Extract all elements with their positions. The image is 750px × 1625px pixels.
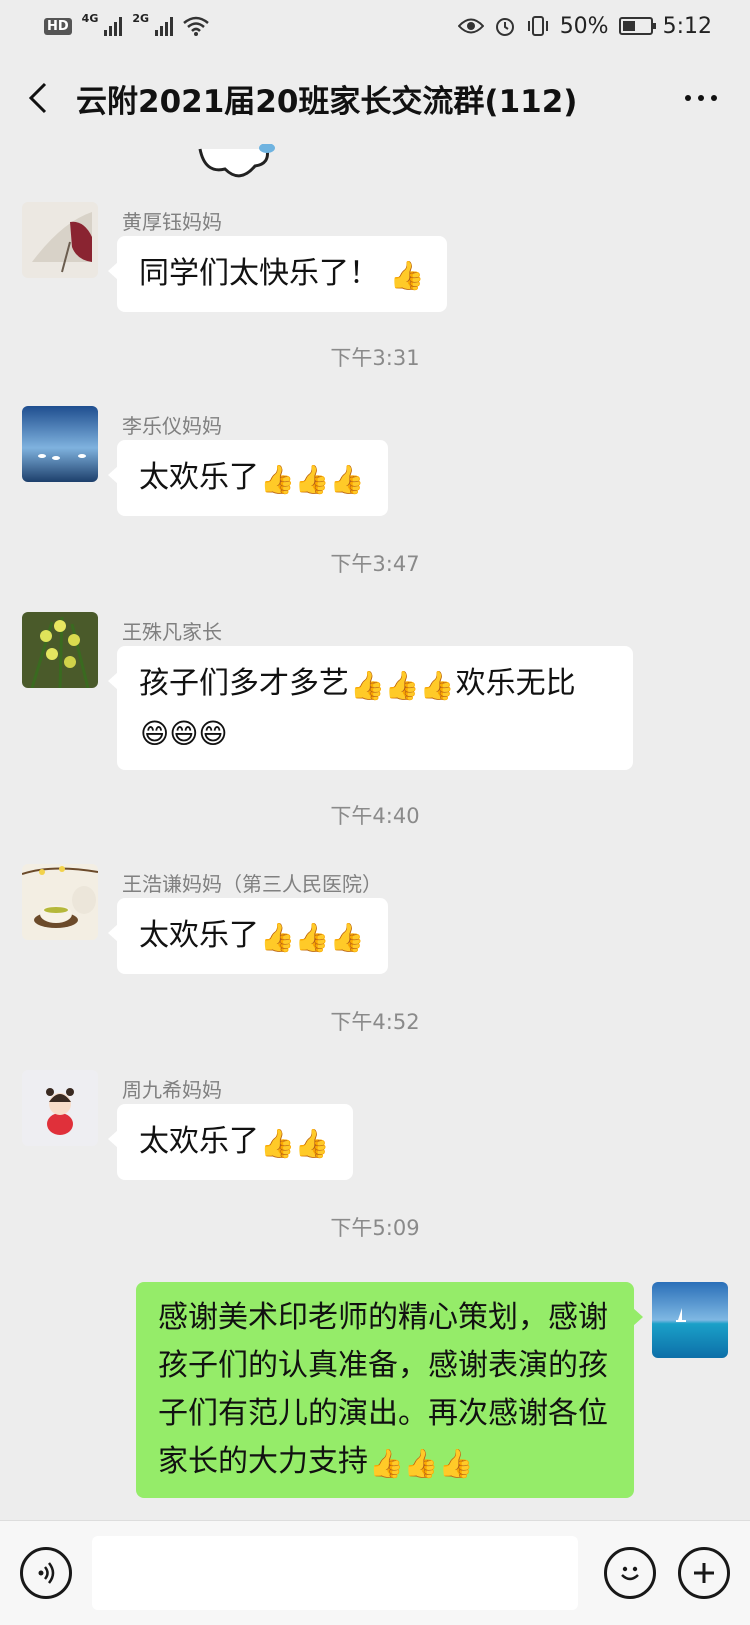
- status-bar-left: HD 4G 2G: [44, 12, 209, 36]
- message-text: 太欢乐了: [139, 460, 259, 495]
- avatar-image: [22, 612, 98, 688]
- thumbs-up-icon: 👍👍👍: [260, 463, 365, 496]
- grinning-face-icon: 😄😄😄: [140, 717, 228, 750]
- avatar[interactable]: [22, 1070, 98, 1146]
- hd-badge: HD: [44, 17, 72, 35]
- thumbs-up-icon: 👍👍: [260, 1127, 330, 1160]
- battery-percent: 50%: [559, 13, 609, 39]
- chat-header: 云附2021届20班家长交流群(112): [0, 52, 750, 144]
- back-button[interactable]: [18, 68, 58, 128]
- chat-title: 云附2021届20班家长交流群(112): [76, 83, 578, 120]
- vibrate-icon: [527, 16, 548, 36]
- signal-icon-2: [155, 16, 174, 36]
- add-button[interactable]: [678, 1547, 730, 1599]
- thumbs-up-icon: 👍: [389, 259, 425, 292]
- smiley-icon: [621, 1566, 639, 1581]
- battery-icon: [618, 17, 656, 35]
- dot-icon: [698, 95, 704, 101]
- avatar[interactable]: [22, 612, 98, 688]
- sticker-image: [198, 144, 275, 178]
- timestamp: 下午4:40: [330, 804, 420, 828]
- timestamp: 下午5:09: [330, 1216, 420, 1240]
- signal-icon: [104, 16, 123, 36]
- message-bubble[interactable]: 孩子们多才多艺👍👍👍欢乐无比 😄😄😄: [108, 646, 633, 770]
- message-bubble[interactable]: 感谢美术印老师的精心策划，感谢孩子们的认真准备，感谢表演的孩子们有范儿的演出。再…: [136, 1282, 643, 1498]
- voice-icon: [38, 1562, 55, 1584]
- avatar-image: [22, 864, 98, 940]
- status-bar-right: 50% 5:12: [457, 13, 712, 39]
- plus-icon: [694, 1563, 714, 1583]
- thumbs-up-icon: 👍👍👍: [260, 921, 365, 954]
- message-bubble[interactable]: 太欢乐了👍👍👍: [108, 898, 388, 974]
- timestamp: 下午3:47: [330, 552, 420, 576]
- input-bar: [0, 1520, 750, 1625]
- message-text: 太欢乐了: [139, 918, 259, 953]
- dot-icon: [685, 95, 691, 101]
- dot-icon: [711, 95, 717, 101]
- message-text: 欢乐无比: [455, 666, 576, 701]
- sender-name: 黄厚钰妈妈: [122, 210, 222, 234]
- avatar-image: [22, 202, 98, 278]
- timestamp: 下午4:52: [330, 1010, 420, 1034]
- message-text: 太欢乐了: [139, 1124, 259, 1159]
- alarm-icon: [495, 18, 514, 36]
- avatar-image: [652, 1282, 728, 1358]
- sender-name: 李乐仪妈妈: [122, 414, 222, 438]
- sender-name: 王浩谦妈妈（第三人民医院）: [122, 872, 382, 896]
- avatar-image: [22, 1070, 98, 1146]
- message-bubble[interactable]: 太欢乐了👍👍👍: [108, 440, 388, 516]
- wifi-icon: [183, 16, 209, 36]
- avatar[interactable]: [22, 864, 98, 940]
- my-avatar[interactable]: [652, 1282, 728, 1358]
- more-options-button[interactable]: [676, 68, 726, 128]
- message-bubble[interactable]: 同学们太快乐了！ 👍: [107, 236, 448, 312]
- thumbs-up-icon: 👍👍👍: [350, 669, 455, 702]
- status-bar: HD 4G 2G 50% 5:12: [0, 0, 750, 52]
- voice-button[interactable]: [20, 1547, 72, 1599]
- clock: 5:12: [662, 13, 712, 39]
- chevron-left-icon: [28, 82, 47, 114]
- timestamp: 下午3:31: [330, 346, 420, 370]
- emoji-button[interactable]: [604, 1547, 656, 1599]
- network-2g-label: 2G: [132, 11, 150, 25]
- message-text: 孩子们多才多艺: [139, 666, 349, 701]
- thumbs-up-icon: 👍👍👍: [369, 1447, 474, 1480]
- sender-name: 王殊凡家长: [122, 620, 222, 644]
- avatar[interactable]: [22, 202, 98, 278]
- avatar[interactable]: [22, 406, 98, 482]
- message-input[interactable]: [92, 1536, 578, 1610]
- sender-name: 周九希妈妈: [122, 1078, 222, 1102]
- message-text: 同学们太快乐了！: [139, 256, 379, 291]
- eye-icon: [457, 18, 484, 34]
- avatar-image: [22, 406, 98, 482]
- chat-list[interactable]: 黄厚钰妈妈 同学们太快乐了！ 👍 下午3:31 李乐仪妈妈 太欢乐了👍👍👍 下午…: [0, 144, 750, 1520]
- network-4g-label: 4G: [81, 11, 99, 25]
- message-bubble[interactable]: 太欢乐了👍👍: [108, 1104, 353, 1180]
